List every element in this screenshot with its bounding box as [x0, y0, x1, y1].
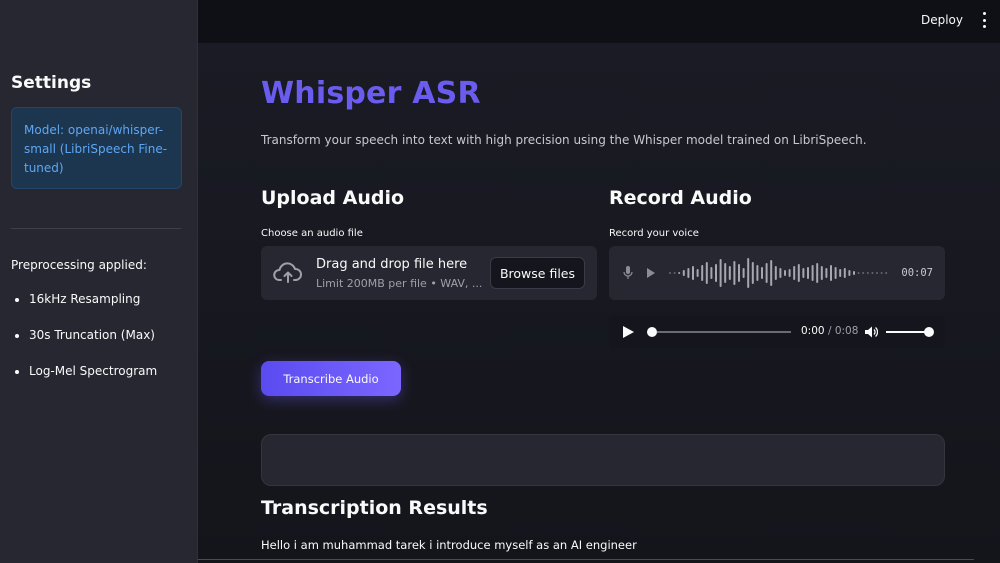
waveform-bar: [797, 264, 800, 282]
waveform-bar: [747, 258, 750, 288]
page-subtitle: Transform your speech into text with hig…: [261, 133, 867, 147]
preprocessing-list: 16kHz Resampling 30s Truncation (Max) Lo…: [15, 292, 157, 400]
model-info-box: Model: openai/whisper-small (LibriSpeech…: [11, 107, 182, 189]
waveform-bar: [738, 264, 740, 282]
playback-time: 0:00 / 0:08: [801, 325, 859, 337]
waveform-bar: [885, 272, 888, 274]
page-title: Whisper ASR: [261, 76, 481, 111]
waveform-bar: [825, 268, 828, 278]
waveform-bar: [834, 267, 837, 279]
upload-heading: Upload Audio: [261, 187, 405, 209]
waveform-bar: [678, 272, 681, 274]
sidebar: Settings Model: openai/whisper-small (Li…: [0, 0, 198, 563]
sidebar-title: Settings: [11, 73, 92, 93]
record-label: Record your voice: [609, 228, 699, 239]
volume-handle[interactable]: [924, 327, 934, 337]
top-header: Deploy: [198, 0, 1000, 43]
volume-track[interactable]: [886, 331, 928, 333]
waveform-bar: [756, 265, 759, 281]
list-item: Log-Mel Spectrogram: [15, 364, 157, 400]
waveform-bar: [724, 263, 727, 283]
waveform-bar: [728, 266, 731, 280]
waveform-bar: [811, 265, 814, 281]
waveform-bar: [696, 269, 699, 277]
waveform-bar: [839, 269, 842, 277]
upload-limit-text: Limit 200MB per file • WAV, ...: [316, 277, 483, 290]
sidebar-divider: [11, 228, 181, 229]
waveform-bar: [807, 267, 809, 279]
waveform-bar: [673, 272, 676, 274]
list-item: 30s Truncation (Max): [15, 328, 157, 364]
waveform-bar: [830, 265, 832, 281]
record-heading: Record Audio: [609, 187, 752, 209]
waveform-bar: [880, 272, 883, 274]
progress-handle[interactable]: [647, 327, 657, 337]
waveform-bar: [876, 272, 878, 274]
waveform-bar: [705, 262, 708, 284]
waveform-display: [669, 258, 888, 288]
main-content: Whisper ASR Transform your speech into t…: [198, 43, 1000, 563]
file-dropzone[interactable]: Drag and drop file here Limit 200MB per …: [261, 246, 597, 300]
waveform-bar: [701, 265, 704, 281]
waveform-bar: [774, 266, 777, 280]
waveform-bar: [848, 270, 851, 276]
progress-track[interactable]: [657, 331, 791, 333]
waveform-bar: [793, 266, 796, 280]
waveform-bar: [779, 268, 782, 278]
waveform-bar: [692, 266, 694, 280]
waveform-bar: [871, 272, 874, 274]
kebab-menu-icon[interactable]: [981, 12, 987, 28]
waveform-bar: [710, 267, 713, 279]
waveform-bar: [866, 272, 869, 274]
volume-icon[interactable]: [864, 325, 878, 339]
audio-recorder: 00:07: [609, 246, 945, 300]
waveform-bar: [751, 262, 754, 284]
microphone-icon[interactable]: [623, 266, 633, 280]
waveform-bar: [843, 268, 846, 278]
waveform-bar: [862, 272, 865, 274]
transcribe-audio-button[interactable]: Transcribe Audio: [261, 361, 401, 396]
upload-label: Choose an audio file: [261, 228, 363, 239]
bullet-icon: [15, 334, 19, 338]
waveform-bar: [820, 266, 823, 280]
cloud-upload-icon: [273, 262, 302, 283]
list-item: 16kHz Resampling: [15, 292, 157, 328]
bottom-divider: [198, 559, 974, 560]
waveform-bar: [669, 272, 671, 274]
result-container: [261, 434, 945, 486]
waveform-bar: [742, 268, 745, 278]
waveform-bar: [802, 268, 805, 278]
waveform-bar: [687, 268, 690, 278]
waveform-bar: [784, 270, 786, 276]
waveform-bar: [733, 261, 736, 285]
waveform-bar: [788, 269, 791, 277]
bullet-icon: [15, 370, 19, 374]
play-recording-icon[interactable]: [647, 268, 655, 278]
bullet-icon: [15, 298, 19, 302]
waveform-bar: [719, 259, 722, 287]
deploy-button[interactable]: Deploy: [921, 13, 963, 27]
play-icon[interactable]: [623, 326, 634, 338]
waveform-bar: [816, 263, 819, 283]
preprocessing-label: Preprocessing applied:: [11, 258, 147, 272]
waveform-bar: [761, 267, 763, 279]
transcription-text: Hello i am muhammad tarek i introduce my…: [261, 538, 637, 552]
audio-player: 0:00 / 0:08: [609, 316, 945, 348]
app-root: Settings Model: openai/whisper-small (Li…: [0, 0, 1000, 563]
waveform-bar: [857, 272, 860, 274]
waveform-bar: [770, 260, 773, 286]
record-timer: 00:07: [901, 267, 933, 279]
drag-drop-text: Drag and drop file here: [316, 257, 468, 272]
browse-files-button[interactable]: Browse files: [490, 257, 585, 289]
waveform-bar: [765, 263, 768, 283]
waveform-bar: [682, 270, 685, 276]
waveform-bar: [715, 264, 717, 282]
results-heading: Transcription Results: [261, 497, 488, 519]
waveform-bar: [853, 271, 855, 275]
